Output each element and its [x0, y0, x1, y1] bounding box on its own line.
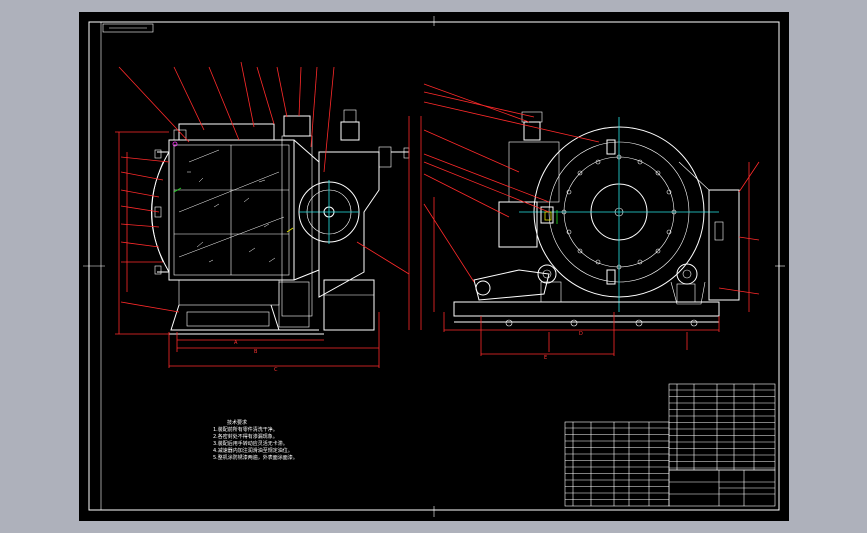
dim-label-a: A: [234, 340, 238, 346]
technical-notes: 技术要求 1.装配前所有零件清洗干净。 2.各密封处不得有渗漏现象。 3.装配后…: [213, 419, 298, 461]
tech-note-5: 5.整机涂防锈漆两遍，外表面涂面漆。: [213, 454, 298, 461]
tech-note-3: 3.装配后用手转动应灵活无卡滞。: [213, 440, 288, 447]
right-view: [453, 111, 740, 327]
tech-note-4: 4.减速器内加注润滑油至规定油位。: [213, 447, 293, 454]
left-dimensions: A B C: [115, 61, 422, 373]
drawing-sheet: A B C D E 技术要求 1.装配前所有零件清洗干净。 2.各密封处不得有渗…: [83, 16, 785, 517]
tech-note-1: 1.装配前所有零件清洗干净。: [213, 426, 278, 433]
dim-label-c: C: [274, 367, 278, 373]
drawing-canvas[interactable]: A B C D E 技术要求 1.装配前所有零件清洗干净。 2.各密封处不得有渗…: [79, 12, 789, 521]
tech-notes-heading: 技术要求: [227, 419, 247, 426]
cad-viewer: A B C D E 技术要求 1.装配前所有零件清洗干净。 2.各密封处不得有渗…: [0, 0, 867, 533]
left-view: [151, 109, 410, 335]
dim-label-d: D: [579, 331, 583, 337]
parts-list-table: [564, 383, 776, 507]
dim-label-b: B: [254, 349, 258, 355]
tech-note-2: 2.各密封处不得有渗漏现象。: [213, 433, 278, 440]
dim-label-e: E: [544, 355, 547, 361]
